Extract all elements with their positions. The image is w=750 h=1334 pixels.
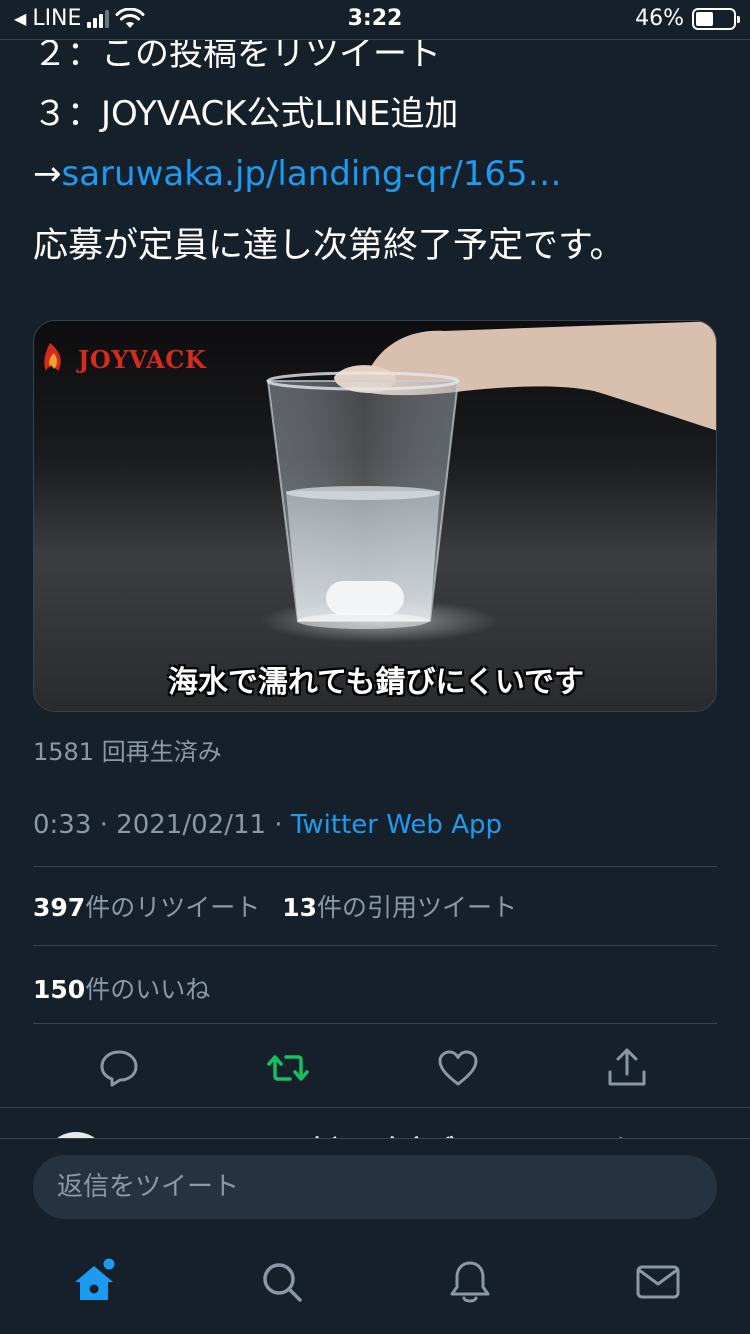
- home-icon[interactable]: [70, 1258, 118, 1306]
- reply-input[interactable]: 返信をツイート: [33, 1155, 717, 1219]
- battery-fill: [696, 11, 713, 26]
- tweet-meta: 0:33 · 2021/02/11 · Twitter Web App: [33, 810, 502, 840]
- battery-percent: 46%: [635, 6, 684, 31]
- tweet-timestamp: 0:33 · 2021/02/11 ·: [33, 810, 291, 840]
- video-caption: 海水で濡れても錆びにくいです: [167, 665, 585, 700]
- quote-count: 13: [282, 893, 317, 922]
- search-icon[interactable]: [258, 1258, 306, 1306]
- tweet-text-line-3: ３：JOYVACK公式LINE追加: [33, 94, 459, 134]
- retweet-count: 397: [33, 893, 86, 922]
- source-app-link[interactable]: Twitter Web App: [291, 810, 502, 840]
- tweet-actions: [33, 1040, 717, 1096]
- link-arrow: →: [33, 154, 62, 194]
- like-label: 件のいいね: [85, 975, 211, 1004]
- reply-preview[interactable]: JOYVACK/日本初の真空ブランド 5時間: [0, 1108, 750, 1140]
- retweet-icon[interactable]: [266, 1046, 310, 1090]
- divider: [33, 866, 717, 867]
- quotes-stat[interactable]: 13件の引用ツイート: [282, 888, 517, 924]
- retweet-label: 件のリツイート: [85, 893, 261, 922]
- status-bar: ◀ LINE 3:22 46%: [0, 0, 750, 40]
- view-count: 1581 回再生済み: [33, 738, 222, 766]
- retweets-stat[interactable]: 397件のリツイート: [33, 888, 260, 924]
- tweet-link-line: →saruwaka.jp/landing-qr/165…: [33, 144, 723, 204]
- engagement-stats: 397件のリツイート 13件の引用ツイート: [33, 888, 517, 924]
- reply-bar: 返信をツイート: [0, 1138, 750, 1234]
- battery-indicator: 46%: [635, 6, 740, 31]
- tab-bar: [0, 1236, 750, 1334]
- video-frame: [34, 321, 716, 711]
- tweet-video[interactable]: JOYVACK 海水で濡れても錆びにくいです: [33, 320, 717, 712]
- reply-icon[interactable]: [97, 1046, 141, 1090]
- divider: [33, 945, 717, 946]
- messages-icon[interactable]: [634, 1258, 682, 1306]
- share-icon[interactable]: [605, 1046, 649, 1090]
- battery-icon: [692, 7, 740, 30]
- quote-label: 件の引用ツイート: [317, 893, 518, 922]
- notifications-icon[interactable]: [446, 1258, 494, 1306]
- tweet-link[interactable]: saruwaka.jp/landing-qr/165…: [62, 154, 562, 194]
- like-icon[interactable]: [436, 1046, 480, 1090]
- tweet-text-closing: 応募が定員に達し次第終了予定です。: [33, 226, 625, 266]
- divider: [33, 1023, 717, 1024]
- like-count: 150: [33, 975, 86, 1004]
- likes-stat[interactable]: 150件のいいね: [33, 970, 210, 1006]
- video-logo: JOYVACK: [78, 345, 207, 374]
